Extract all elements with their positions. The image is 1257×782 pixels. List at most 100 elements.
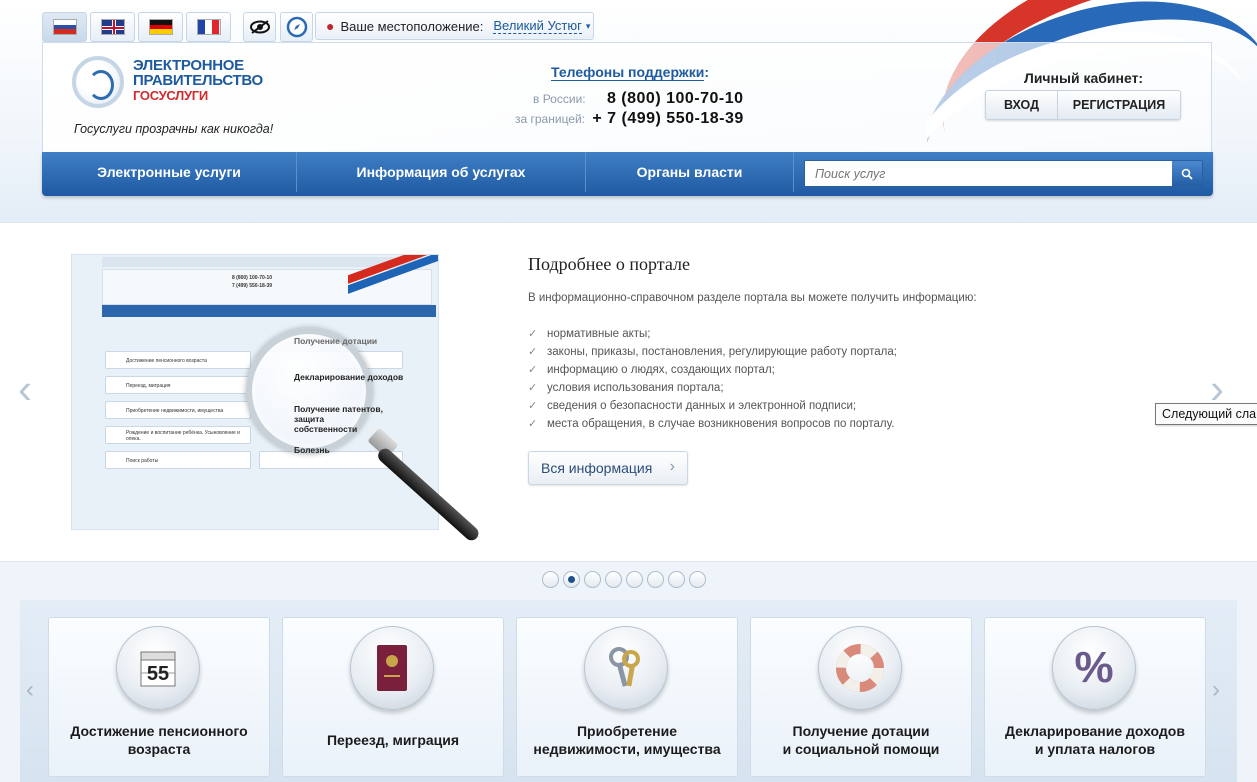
mini-row-5: Поиск работы (126, 458, 159, 464)
chevron-right-icon: › (669, 458, 675, 475)
category-label-line-1: Переезд, миграция (326, 732, 460, 748)
mini-row-1: Достижение пенсионного возраста (126, 358, 207, 364)
compass-icon (286, 16, 307, 38)
search-button[interactable] (1172, 161, 1202, 186)
support-phones-link[interactable]: Телефоны поддержки (551, 64, 705, 81)
list-item: информацию о людях, создающих портал; (528, 361, 897, 379)
slider-dot[interactable] (584, 571, 601, 588)
lifebuoy-icon (818, 626, 902, 710)
nav-item-electronic-services[interactable]: Электронные услуги (42, 152, 297, 192)
category-label-line-2: и социальной помощи (782, 741, 940, 757)
russia-flag-icon (52, 19, 77, 35)
mini-row-2: Переезд, миграция (126, 383, 171, 389)
category-label-line-2: недвижимости, имущества (533, 741, 721, 757)
slider-dot[interactable] (626, 571, 643, 588)
category-label-line-2: возраста (127, 741, 191, 757)
language-de-button[interactable] (138, 12, 183, 42)
language-fr-button[interactable] (186, 12, 231, 42)
register-button[interactable]: РЕГИСТРАЦИЯ (1058, 91, 1180, 119)
location-label: Ваше местоположение: (340, 18, 484, 34)
location-city-link[interactable]: Великий Устюг (493, 18, 582, 34)
nav-item-authorities[interactable]: Органы власти (586, 152, 794, 192)
phone-russia: в России: 8 (800) 100-70-10 (533, 90, 744, 108)
slide-title: Подробнее о портале (528, 254, 691, 274)
list-item: условия использования портала; (528, 379, 897, 397)
language-bar (42, 12, 231, 42)
category-card-taxes[interactable]: % Декларирование доходов и уплата налого… (984, 617, 1206, 777)
nav-item-service-info[interactable]: Информация об услугах (297, 152, 586, 192)
slider-dot-active[interactable] (563, 571, 580, 588)
category-label-line-1: Приобретение (576, 723, 678, 739)
lens-item-1: Получение дотации (294, 336, 378, 346)
magnifier-lens-icon (246, 328, 372, 454)
support-colon: : (704, 64, 710, 80)
logo-line-2: ПРАВИТЕЛЬСТВО (133, 72, 263, 89)
categories-next-arrow[interactable]: › (1212, 676, 1220, 704)
list-item: сведения о безопасности данных и электро… (528, 397, 897, 415)
slider-dot[interactable] (605, 571, 622, 588)
category-label-line-1: Достижение пенсионного (70, 723, 248, 739)
site-slogan: Госуслуги прозрачны как никогда! (74, 122, 274, 136)
location-pin-icon: ● (326, 18, 335, 34)
list-item: нормативные акты; (528, 325, 897, 343)
category-label: Переезд, миграция (287, 731, 499, 749)
lens-item-2: Декларирование доходов (294, 372, 404, 382)
category-label: Получение дотации и социальной помощи (755, 722, 967, 758)
germany-flag-icon (148, 19, 173, 35)
eye-icon (249, 20, 270, 34)
categories-prev-arrow[interactable]: ‹ (26, 676, 34, 704)
cabinet-buttons: ВХОД РЕГИСТРАЦИЯ (985, 90, 1181, 120)
lens-item-4: Болезнь (294, 445, 330, 455)
slide-list: нормативные акты; законы, приказы, поста… (528, 325, 897, 433)
category-label: Декларирование доходов и уплата налогов (989, 722, 1201, 758)
mini-row-4: Рождение и воспитание ребёнка. Усыновлен… (126, 430, 240, 442)
logo-line-1: ЭЛЕКТРОННОЕ (133, 57, 244, 74)
category-card-pension[interactable]: 55 Достижение пенсионного возраста (48, 617, 270, 777)
percent-icon: % (1052, 626, 1136, 710)
category-label: Достижение пенсионного возраста (53, 722, 265, 758)
phone-abroad-number: + 7 (499) 550-18-39 (592, 110, 744, 127)
category-label-line-1: Декларирование доходов (1005, 723, 1185, 739)
list-item: места обращения, в случае возникновения … (528, 415, 897, 433)
accessibility-button[interactable] (243, 12, 276, 42)
slider-prev-arrow[interactable]: ‹ (18, 365, 32, 413)
keys-icon (584, 626, 668, 710)
login-button[interactable]: ВХОД (986, 91, 1058, 119)
gosuslugi-logo-icon[interactable] (72, 56, 124, 108)
category-label-line-2: и уплата налогов (1034, 741, 1156, 757)
all-info-label: Вся информация (541, 460, 653, 476)
cabinet-title: Личный кабинет: (1024, 70, 1144, 86)
phone-russia-number: 8 (800) 100-70-10 (606, 90, 744, 107)
calendar-55-icon: 55 (116, 626, 200, 710)
category-card-subsidy[interactable]: Получение дотации и социальной помощи (750, 617, 972, 777)
slider-dot[interactable] (542, 571, 559, 588)
phone-abroad-label: за границей: (515, 112, 586, 126)
category-card-migration[interactable]: Переезд, миграция (282, 617, 504, 777)
slider-dot[interactable] (668, 571, 685, 588)
category-card-property[interactable]: Приобретение недвижимости, имущества (516, 617, 738, 777)
lens-item-3: Получение патентов, защита собственности (294, 404, 383, 434)
search-input[interactable] (805, 161, 1172, 186)
category-label: Приобретение недвижимости, имущества (521, 722, 733, 758)
search-box (804, 160, 1203, 187)
logo-line-3: ГОСУСЛУГИ (133, 88, 208, 103)
mini-phone-1: 8 (800) 100-70-10 (232, 275, 273, 281)
france-flag-icon (196, 19, 221, 35)
language-ru-button[interactable] (42, 12, 87, 42)
support-phones-title: Телефоны поддержки: (551, 64, 710, 81)
phone-russia-label: в России: (533, 92, 586, 106)
language-en-button[interactable] (90, 12, 135, 42)
slider-pagination (542, 571, 706, 588)
site-logo[interactable]: ЭЛЕКТРОННОЕ ПРАВИТЕЛЬСТВО ГОСУСЛУГИ (133, 58, 263, 103)
slider-dot[interactable] (647, 571, 664, 588)
navigator-button[interactable] (280, 12, 313, 42)
all-info-button[interactable]: Вся информация › (528, 451, 688, 485)
phone-abroad: за границей: + 7 (499) 550-18-39 (515, 110, 744, 128)
slider-dot[interactable] (689, 571, 706, 588)
passport-icon (350, 626, 434, 710)
location-selector[interactable]: ● Ваше местоположение: Великий Устюг ▾ (315, 12, 594, 40)
slide-intro: В информационно-справочном разделе порта… (528, 292, 977, 304)
calendar-number: 55 (147, 663, 169, 685)
list-item: законы, приказы, постановления, регулиру… (528, 343, 897, 361)
chevron-down-icon: ▾ (585, 20, 591, 31)
